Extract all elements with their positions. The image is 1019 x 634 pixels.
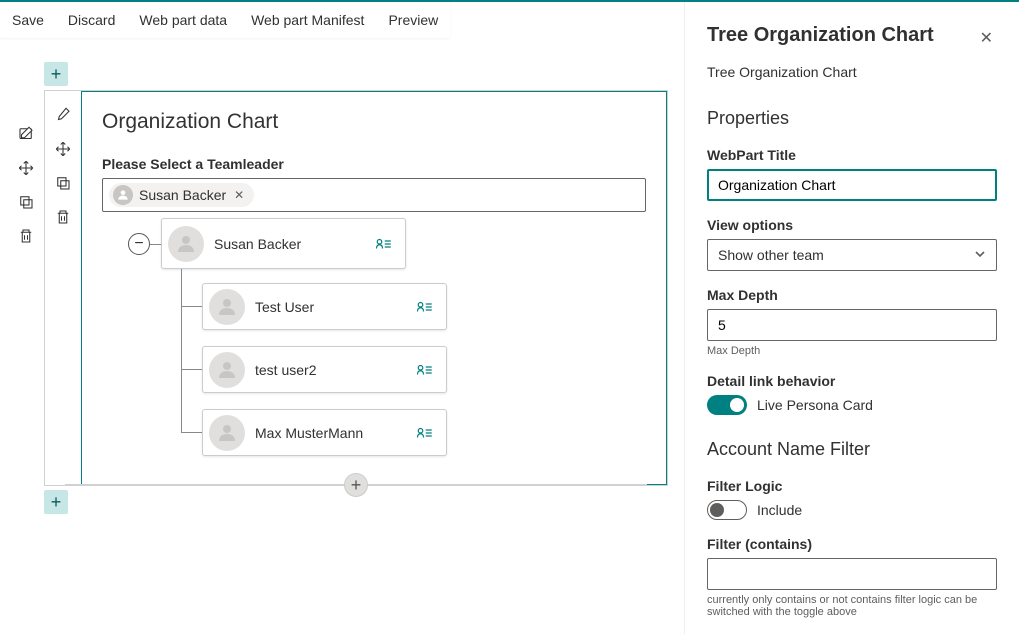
preview-button[interactable]: Preview xyxy=(376,2,450,38)
webpart-title-input[interactable] xyxy=(707,169,997,201)
chip-name: Susan Backer xyxy=(139,187,226,203)
outer-rail xyxy=(8,90,44,246)
move-webpart-icon[interactable] xyxy=(53,139,73,159)
add-section-top-button[interactable]: + xyxy=(44,62,68,86)
edit-icon[interactable] xyxy=(16,124,36,144)
canvas-area: + Organization Chart Please Select a Tea… xyxy=(0,42,684,634)
max-depth-help: Max Depth xyxy=(707,345,997,357)
chart-title: Organization Chart xyxy=(102,110,646,134)
delete-icon[interactable] xyxy=(16,226,36,246)
property-panel: Tree Organization Chart ✕ Tree Organizat… xyxy=(684,2,1019,634)
avatar-icon xyxy=(209,289,245,325)
detail-link-value: Live Persona Card xyxy=(757,397,873,413)
node-name: test user2 xyxy=(255,362,406,378)
filter-contains-input[interactable] xyxy=(707,558,997,590)
node-name: Susan Backer xyxy=(214,236,365,252)
view-options-label: View options xyxy=(707,217,997,233)
detail-link-toggle[interactable] xyxy=(707,395,747,415)
tree-node-root[interactable]: Susan Backer xyxy=(161,218,406,269)
org-tree: − Susan Backer xyxy=(102,218,646,464)
picker-chip: Susan Backer ✕ xyxy=(109,183,254,207)
duplicate-icon[interactable] xyxy=(16,192,36,212)
discard-button[interactable]: Discard xyxy=(56,2,127,38)
max-depth-input[interactable] xyxy=(707,309,997,341)
avatar-icon xyxy=(113,185,133,205)
node-name: Test User xyxy=(255,299,406,315)
tree-node[interactable]: Test User xyxy=(202,283,447,330)
close-panel-icon[interactable]: ✕ xyxy=(976,24,997,52)
collapse-toggle[interactable]: − xyxy=(128,233,150,255)
webpart-title-label: WebPart Title xyxy=(707,147,997,163)
max-depth-label: Max Depth xyxy=(707,287,997,303)
remove-chip-icon[interactable]: ✕ xyxy=(232,188,246,202)
panel-title: Tree Organization Chart xyxy=(707,24,934,47)
delete-webpart-icon[interactable] xyxy=(53,207,73,227)
select-value: Show other team xyxy=(718,247,824,263)
webpart-selected: Organization Chart Please Select a Teaml… xyxy=(81,91,667,485)
picker-label: Please Select a Teamleader xyxy=(102,156,646,172)
inner-rail xyxy=(45,91,81,485)
save-button[interactable]: Save xyxy=(0,2,56,38)
people-picker[interactable]: Susan Backer ✕ xyxy=(102,178,646,212)
node-details-icon[interactable] xyxy=(416,363,434,377)
webpart-data-button[interactable]: Web part data xyxy=(127,2,239,38)
node-details-icon[interactable] xyxy=(416,300,434,314)
avatar-icon xyxy=(209,352,245,388)
properties-heading: Properties xyxy=(707,108,997,129)
filter-help: currently only contains or not contains … xyxy=(707,594,997,618)
node-details-icon[interactable] xyxy=(375,237,393,251)
view-options-select[interactable]: Show other team xyxy=(707,239,997,271)
add-webpart-button[interactable]: + xyxy=(344,473,368,497)
filter-logic-toggle[interactable] xyxy=(707,500,747,520)
avatar-icon xyxy=(168,226,204,262)
edit-webpart-icon[interactable] xyxy=(53,105,73,125)
filter-heading: Account Name Filter xyxy=(707,439,997,460)
tree-node[interactable]: test user2 xyxy=(202,346,447,393)
node-name: Max MusterMann xyxy=(255,425,406,441)
node-details-icon[interactable] xyxy=(416,426,434,440)
filter-logic-value: Include xyxy=(757,502,802,518)
duplicate-webpart-icon[interactable] xyxy=(53,173,73,193)
webpart-frame: Organization Chart Please Select a Teaml… xyxy=(44,90,668,486)
panel-subtitle: Tree Organization Chart xyxy=(707,64,997,80)
detail-link-label: Detail link behavior xyxy=(707,373,997,389)
webpart-manifest-button[interactable]: Web part Manifest xyxy=(239,2,376,38)
avatar-icon xyxy=(209,415,245,451)
add-section-bottom-button[interactable]: + xyxy=(44,490,68,514)
move-icon[interactable] xyxy=(16,158,36,178)
chevron-down-icon xyxy=(974,247,986,263)
filter-logic-label: Filter Logic xyxy=(707,478,997,494)
tree-node[interactable]: Max MusterMann xyxy=(202,409,447,456)
filter-contains-label: Filter (contains) xyxy=(707,536,997,552)
